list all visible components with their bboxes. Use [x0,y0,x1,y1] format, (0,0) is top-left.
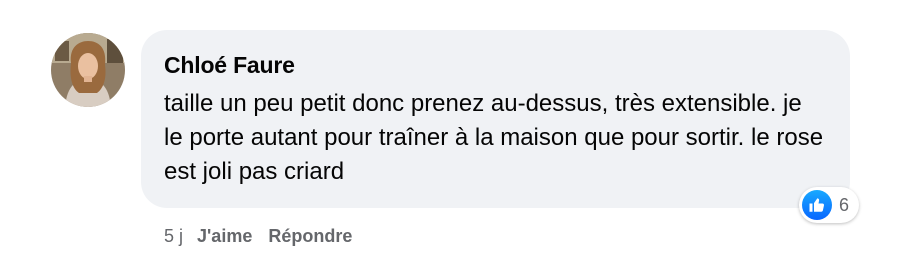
avatar[interactable] [51,33,125,107]
like-button[interactable]: J'aime [197,226,252,247]
reaction-summary[interactable]: 6 [799,187,860,223]
comment-actions: 5 j J'aime Répondre [164,226,368,247]
timestamp[interactable]: 5 j [164,226,183,247]
comment: Chloé Faure taille un peu petit donc pre… [0,0,900,278]
author-name[interactable]: Chloé Faure [164,52,295,79]
like-icon [802,190,832,220]
reply-button[interactable]: Répondre [268,226,352,247]
reaction-count: 6 [839,194,850,215]
comment-bubble: Chloé Faure taille un peu petit donc pre… [141,30,850,208]
comment-text: taille un peu petit donc prenez au-dessu… [164,90,824,185]
avatar-photo [51,33,125,107]
